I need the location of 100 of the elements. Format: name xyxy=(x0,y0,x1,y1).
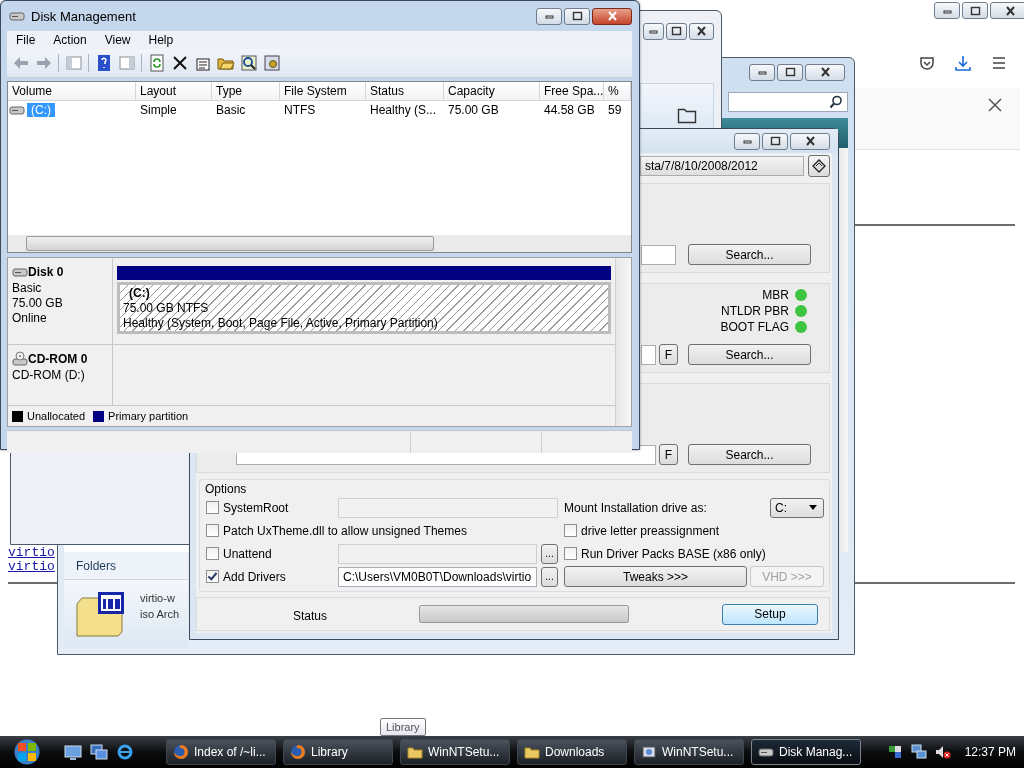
disk-name: Disk 0 xyxy=(28,265,64,279)
horizontal-scrollbar[interactable] xyxy=(8,235,631,252)
checkbox-label: SystemRoot xyxy=(223,500,289,515)
status-label: Status xyxy=(293,608,329,623)
taskbar-button[interactable]: Disk Manag... xyxy=(751,739,861,765)
link[interactable]: virtio xyxy=(8,560,55,574)
search-field[interactable] xyxy=(728,92,848,112)
iso-file-icon xyxy=(74,590,126,638)
minimize-button[interactable] xyxy=(934,2,960,19)
vertical-scrollbar[interactable] xyxy=(838,148,848,552)
maximize-button[interactable] xyxy=(962,2,988,19)
search-button[interactable]: Search... xyxy=(688,344,811,365)
taskbar-button[interactable]: WinNTSetu... xyxy=(634,739,744,765)
table-cell-text: Basic xyxy=(215,103,247,117)
input-field[interactable] xyxy=(641,344,656,365)
menu-item[interactable]: Help xyxy=(139,33,183,47)
checkbox[interactable] xyxy=(206,501,219,514)
search-icon xyxy=(829,95,843,109)
close-button[interactable] xyxy=(689,22,714,40)
minimize-button[interactable] xyxy=(643,22,664,40)
legend-label: Unallocated xyxy=(27,410,86,422)
browser-icon xyxy=(173,744,189,760)
column-header[interactable]: Capacity xyxy=(444,82,540,100)
checkbox[interactable] xyxy=(206,524,219,537)
maximize-button[interactable] xyxy=(666,22,687,40)
maximize-button[interactable] xyxy=(762,132,788,150)
minimize-button[interactable] xyxy=(734,132,760,150)
column-header[interactable]: File System xyxy=(280,82,366,100)
input-field[interactable] xyxy=(641,244,676,265)
setup-button[interactable]: Setup xyxy=(722,603,818,625)
maximize-icon xyxy=(669,25,684,37)
taskbar-button[interactable]: Library xyxy=(283,739,393,765)
close-button[interactable] xyxy=(592,7,632,25)
start-icon xyxy=(16,741,38,763)
disk-detail: CD-ROM (D:) xyxy=(12,368,85,382)
folders-toggle[interactable]: Folders xyxy=(64,552,188,580)
table-cell-text: 44.58 GB xyxy=(543,103,596,117)
tweaks-button[interactable]: Tweaks >>> xyxy=(564,566,747,587)
drive-button[interactable] xyxy=(808,155,830,177)
checkbox[interactable] xyxy=(564,547,577,560)
partition-block[interactable]: (C:) 75.00 GB NTFS Healthy (System, Boot, Page File, Active, Primary Partition) xyxy=(117,282,611,334)
close-button[interactable] xyxy=(805,63,845,81)
link[interactable]: virtio xyxy=(8,546,55,560)
checkbox-label: Unattend xyxy=(223,546,272,561)
checkbox[interactable] xyxy=(206,547,219,560)
column-header[interactable]: % xyxy=(604,82,631,100)
file-type: iso Arch xyxy=(140,608,180,620)
path-field[interactable]: sta/7/8/10/2008/2012 xyxy=(640,156,804,176)
checkbox-label: Add Drivers xyxy=(223,569,286,584)
column-header[interactable]: Free Spa... xyxy=(540,82,604,100)
checkbox-label: Run Driver Packs BASE (x86 only) xyxy=(581,546,766,561)
maximize-button[interactable] xyxy=(777,63,803,81)
show-desktop-icon xyxy=(64,743,82,761)
minimize-button[interactable] xyxy=(536,7,562,25)
f-button[interactable]: F xyxy=(659,344,678,365)
drive-dropdown[interactable]: C: xyxy=(770,497,824,518)
input-field[interactable]: C:\Users\VM0B0T\Downloads\virtio xyxy=(338,566,537,587)
close-button[interactable] xyxy=(790,132,830,150)
close-button[interactable] xyxy=(990,2,1024,19)
column-header[interactable]: Layout xyxy=(136,82,212,100)
menu-icon xyxy=(990,54,1008,72)
vertical-scrollbar[interactable] xyxy=(615,258,631,426)
checkbox[interactable] xyxy=(564,524,577,537)
partition-status: Healthy (System, Boot, Page File, Active, Primary Partition) xyxy=(123,316,439,331)
window-title: Disk Management xyxy=(31,8,136,24)
column-header[interactable]: Volume xyxy=(8,82,136,100)
browse-button[interactable]: ... xyxy=(541,543,558,564)
close-icon xyxy=(988,98,1002,112)
indicator-label: BOOT FLAG xyxy=(720,320,789,334)
checkbox-label: Patch UxTheme.dll to allow unsigned Themes xyxy=(223,523,467,538)
browse-button[interactable]: ... xyxy=(541,566,558,587)
table-cell-text: 75.00 GB xyxy=(447,103,500,117)
console-tree-icon xyxy=(64,54,83,72)
f-button[interactable]: F xyxy=(659,444,678,465)
scroll-thumb[interactable] xyxy=(26,236,434,251)
indicator-label: NTLDR PBR xyxy=(721,304,789,318)
flag-icon xyxy=(886,744,903,760)
menu-item[interactable]: View xyxy=(95,33,140,47)
taskbar-button[interactable]: Index of /~li... xyxy=(166,739,276,765)
network-icon xyxy=(910,744,927,760)
volume-muted-icon xyxy=(934,744,951,760)
cd-drive-icon xyxy=(12,351,28,367)
minimize-button[interactable] xyxy=(749,63,775,81)
menu-item[interactable]: Action xyxy=(44,33,96,47)
switch-windows-icon xyxy=(90,743,108,761)
taskbar-button[interactable]: Downloads xyxy=(517,739,627,765)
clock: 12:37 PM xyxy=(964,745,1016,759)
browser-icon xyxy=(290,744,306,760)
checkbox[interactable] xyxy=(206,570,219,583)
column-header[interactable]: Type xyxy=(212,82,280,100)
maximize-button[interactable] xyxy=(564,7,590,25)
forward-arrow-icon xyxy=(34,54,53,72)
delete-icon xyxy=(170,54,189,72)
column-header[interactable]: Status xyxy=(366,82,444,100)
search-button[interactable]: Search... xyxy=(688,244,811,265)
legend-label: Primary partition xyxy=(108,410,189,422)
action-pane-icon xyxy=(117,54,136,72)
menu-item[interactable]: File xyxy=(7,33,45,47)
search-button[interactable]: Search... xyxy=(688,444,811,465)
taskbar-button[interactable]: WinNTSetu... xyxy=(400,739,510,765)
